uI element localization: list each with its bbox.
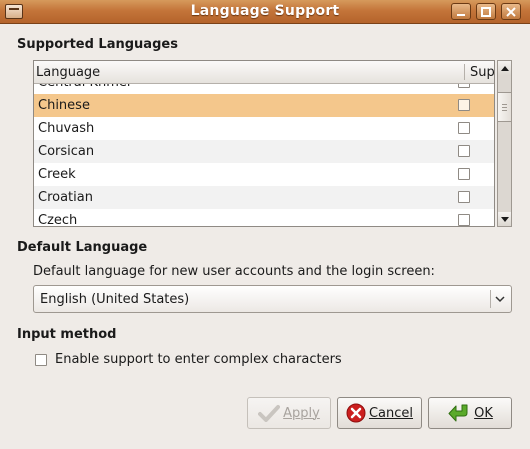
grip-line [502,107,507,108]
support-checkbox[interactable] [458,168,470,180]
ok-label: OK [474,405,493,421]
language-name: Czech [38,213,78,227]
input-method-heading: Input method [17,327,117,342]
list-item[interactable]: Creek [34,163,494,186]
cancel-button[interactable]: Cancel [337,397,422,429]
list-item[interactable]: Corsican [34,140,494,163]
language-name: Creek [38,167,76,182]
scroll-up-button[interactable] [498,61,511,75]
minimize-button[interactable] [451,3,471,20]
list-item[interactable]: Chuvash [34,117,494,140]
default-language-select[interactable]: English (United States) [33,285,512,313]
language-name: Croatian [38,190,93,205]
default-language-heading: Default Language [17,240,148,255]
maximize-icon [481,6,491,17]
scroll-down-icon [500,216,509,222]
apply-button[interactable]: Apply [247,397,331,429]
support-checkbox[interactable] [458,99,470,111]
language-name: Corsican [38,144,95,159]
list-header: Language Support [34,61,494,84]
support-checkbox[interactable] [458,145,470,157]
language-list[interactable]: Language Support Central Khmer Chinese C… [33,60,495,227]
vertical-scrollbar[interactable] [497,60,512,227]
checkmark-icon [258,405,281,422]
list-item-selected[interactable]: Chinese [34,94,494,117]
list-rows: Central Khmer Chinese Chuvash Corsican C… [34,71,494,227]
ok-button[interactable]: OK [428,397,512,429]
default-language-description: Default language for new user accounts a… [33,264,435,279]
cancel-icon [346,403,366,423]
language-name: Chuvash [38,121,95,136]
combo-separator [490,290,491,308]
grip-line [502,110,507,111]
support-checkbox[interactable] [458,191,470,203]
apply-label: Apply [283,405,320,421]
column-header-language[interactable]: Language [36,65,100,80]
ok-arrow-icon [448,404,468,422]
column-separator [464,64,465,80]
chevron-down-icon [495,296,505,303]
language-name: Chinese [38,98,90,113]
close-button[interactable] [501,3,521,20]
complex-characters-label[interactable]: Enable support to enter complex characte… [55,352,342,367]
minimize-icon [457,13,465,16]
support-checkbox[interactable] [458,214,470,226]
scroll-down-button[interactable] [498,212,511,226]
scroll-up-icon [500,65,509,71]
default-language-value: English (United States) [40,292,190,307]
close-icon [506,6,516,17]
complex-characters-checkbox[interactable] [35,354,47,366]
list-item[interactable]: Croatian [34,186,494,209]
scroll-thumb[interactable] [498,92,511,122]
maximize-button[interactable] [476,3,496,20]
list-item[interactable]: Czech [34,209,494,227]
title-bar[interactable]: Language Support [0,0,530,24]
support-checkbox[interactable] [458,122,470,134]
supported-languages-heading: Supported Languages [17,37,178,52]
grip-line [502,104,507,105]
cancel-label: Cancel [368,405,414,421]
column-header-support[interactable]: Support [470,65,494,80]
